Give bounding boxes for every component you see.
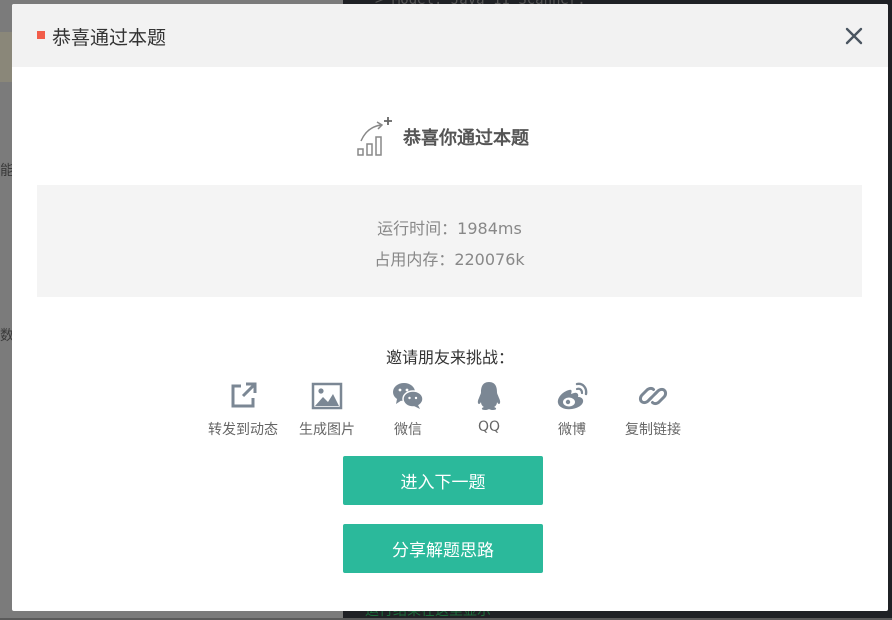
link-icon: [638, 386, 668, 406]
image-icon: [311, 382, 343, 410]
share-option-label: 转发到动态: [208, 422, 278, 438]
weibo-icon: [557, 382, 588, 410]
share-option-label: 微博: [558, 422, 586, 438]
modal-title: 恭喜通过本题: [52, 27, 167, 49]
share-weibo-button[interactable]: 微博: [530, 380, 614, 439]
share-option-label: QQ: [477, 419, 501, 435]
runtime-stat: 运行时间：1984ms: [377, 219, 522, 238]
share-option-label: 复制链接: [625, 422, 681, 438]
generate-image-button[interactable]: 生成图片: [285, 380, 369, 439]
share-external-icon: [231, 382, 257, 408]
success-chart-icon: [357, 117, 392, 156]
modal-header: 恭喜通过本题: [12, 4, 888, 67]
wechat-icon: [393, 383, 424, 409]
qq-icon: [477, 382, 501, 410]
invite-label: 邀请朋友来挑战：: [385, 348, 514, 367]
share-option-label: 生成图片: [299, 422, 355, 438]
copy-link-button[interactable]: 复制链接: [611, 380, 695, 439]
memory-stat: 占用内存：220076k: [374, 250, 525, 269]
next-question-button[interactable]: 进入下一题: [343, 456, 543, 505]
result-stats: 运行时间：1984ms 占用内存：220076k: [37, 185, 862, 297]
share-to-feed-button[interactable]: 转发到动态: [201, 380, 285, 439]
title-marker: [37, 31, 45, 39]
share-option-label: 微信: [394, 422, 422, 438]
share-solution-button[interactable]: 分享解题思路: [343, 524, 543, 573]
success-message: 恭喜你通过本题: [403, 128, 529, 149]
success-modal: 恭喜通过本题 恭喜你通过本题 运行时间：1984ms 占用内存：220076k …: [12, 4, 888, 611]
close-button[interactable]: [842, 24, 866, 48]
success-banner: 恭喜你通过本题: [357, 117, 529, 157]
share-qq-button[interactable]: QQ: [447, 380, 531, 435]
close-icon: [845, 27, 863, 45]
share-wechat-button[interactable]: 微信: [366, 380, 450, 439]
